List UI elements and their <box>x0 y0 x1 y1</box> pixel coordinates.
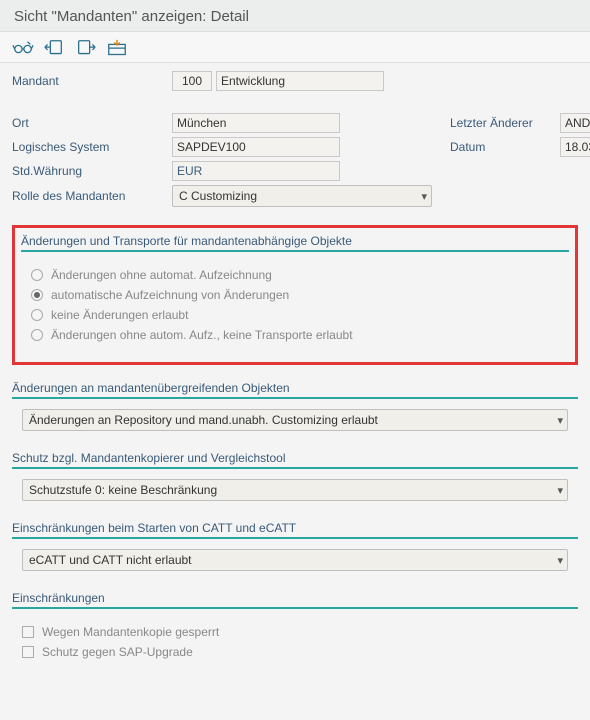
radio-icon <box>31 309 43 321</box>
select-g4[interactable]: eCATT und CATT nicht erlaubt ▾ <box>22 549 568 571</box>
group-cross-client: Änderungen an mandantenübergreifenden Ob… <box>12 381 578 435</box>
label-mandant: Mandant <box>12 74 172 88</box>
radio-label: automatische Aufzeichnung von Änderungen <box>51 288 289 302</box>
radio-option-0[interactable]: Änderungen ohne automat. Aufzeichnung <box>31 268 559 282</box>
glasses-icon[interactable] <box>12 38 34 58</box>
select-g2[interactable]: Änderungen an Repository und mand.unabh.… <box>22 409 568 431</box>
chevron-down-icon: ▾ <box>557 554 563 567</box>
checkbox-icon <box>22 626 34 638</box>
label-stdw: Std.Währung <box>12 164 172 178</box>
forward-doc-icon[interactable] <box>75 38 97 58</box>
group-title-g3: Schutz bzgl. Mandantenkopierer und Vergl… <box>12 451 578 469</box>
group-catt: Einschränkungen beim Starten von CATT un… <box>12 521 578 575</box>
checkbox-label: Wegen Mandantenkopie gesperrt <box>42 625 219 639</box>
radio-icon <box>31 329 43 341</box>
content: Mandant 100 Entwicklung Ort München Logi… <box>0 63 590 681</box>
select-g3-value: Schutzstufe 0: keine Beschränkung <box>29 483 557 497</box>
group-title-g4: Einschränkungen beim Starten von CATT un… <box>12 521 578 539</box>
radio-icon <box>31 289 43 301</box>
group-title-g2: Änderungen an mandantenübergreifenden Ob… <box>12 381 578 399</box>
select-rolle-value: C Customizing <box>179 189 421 203</box>
field-datum: 18.03.2020 <box>560 137 590 157</box>
radio-option-2[interactable]: keine Änderungen erlaubt <box>31 308 559 322</box>
label-last-changer: Letzter Änderer <box>450 116 560 130</box>
select-g2-value: Änderungen an Repository und mand.unabh.… <box>29 413 557 427</box>
radio-label: Änderungen ohne automat. Aufzeichnung <box>51 268 272 282</box>
radio-option-3[interactable]: Änderungen ohne autom. Aufz., keine Tran… <box>31 328 559 342</box>
radio-icon <box>31 269 43 281</box>
group-changes-transports: Änderungen und Transporte für mandantena… <box>12 225 578 365</box>
radio-option-1[interactable]: automatische Aufzeichnung von Änderungen <box>31 288 559 302</box>
select-g3[interactable]: Schutzstufe 0: keine Beschränkung ▾ <box>22 479 568 501</box>
chevron-down-icon: ▾ <box>421 190 427 203</box>
chevron-down-icon: ▾ <box>557 414 563 427</box>
select-rolle[interactable]: C Customizing ▾ <box>172 185 432 207</box>
field-logsys: SAPDEV100 <box>172 137 340 157</box>
radio-label: Änderungen ohne autom. Aufz., keine Tran… <box>51 328 353 342</box>
checkbox-icon <box>22 646 34 658</box>
group-protection: Schutz bzgl. Mandantenkopierer und Vergl… <box>12 451 578 505</box>
back-doc-icon[interactable] <box>43 38 65 58</box>
group-title-g5: Einschränkungen <box>12 591 578 609</box>
field-mandant-number: 100 <box>172 71 212 91</box>
chevron-down-icon: ▾ <box>557 484 563 497</box>
field-ort: München <box>172 113 340 133</box>
field-last-changer: ANDREASG <box>560 113 590 133</box>
field-stdw: EUR <box>172 161 340 181</box>
page-title: Sicht "Mandanten" anzeigen: Detail <box>0 0 590 32</box>
field-mandant-desc: Entwicklung <box>216 71 384 91</box>
select-g4-value: eCATT und CATT nicht erlaubt <box>29 553 557 567</box>
checkbox-upgrade[interactable]: Schutz gegen SAP-Upgrade <box>22 645 568 659</box>
label-rolle: Rolle des Mandanten <box>12 189 172 203</box>
group-restrictions: Einschränkungen Wegen Mandantenkopie ges… <box>12 591 578 669</box>
checkbox-locked[interactable]: Wegen Mandantenkopie gesperrt <box>22 625 568 639</box>
toolbar <box>0 32 590 63</box>
radio-label: keine Änderungen erlaubt <box>51 308 188 322</box>
group-title-g1: Änderungen und Transporte für mandantena… <box>21 234 569 252</box>
label-datum: Datum <box>450 140 560 154</box>
window-arrow-icon[interactable] <box>106 38 128 58</box>
checkbox-label: Schutz gegen SAP-Upgrade <box>42 645 193 659</box>
label-ort: Ort <box>12 116 172 130</box>
label-logsys: Logisches System <box>12 140 172 154</box>
